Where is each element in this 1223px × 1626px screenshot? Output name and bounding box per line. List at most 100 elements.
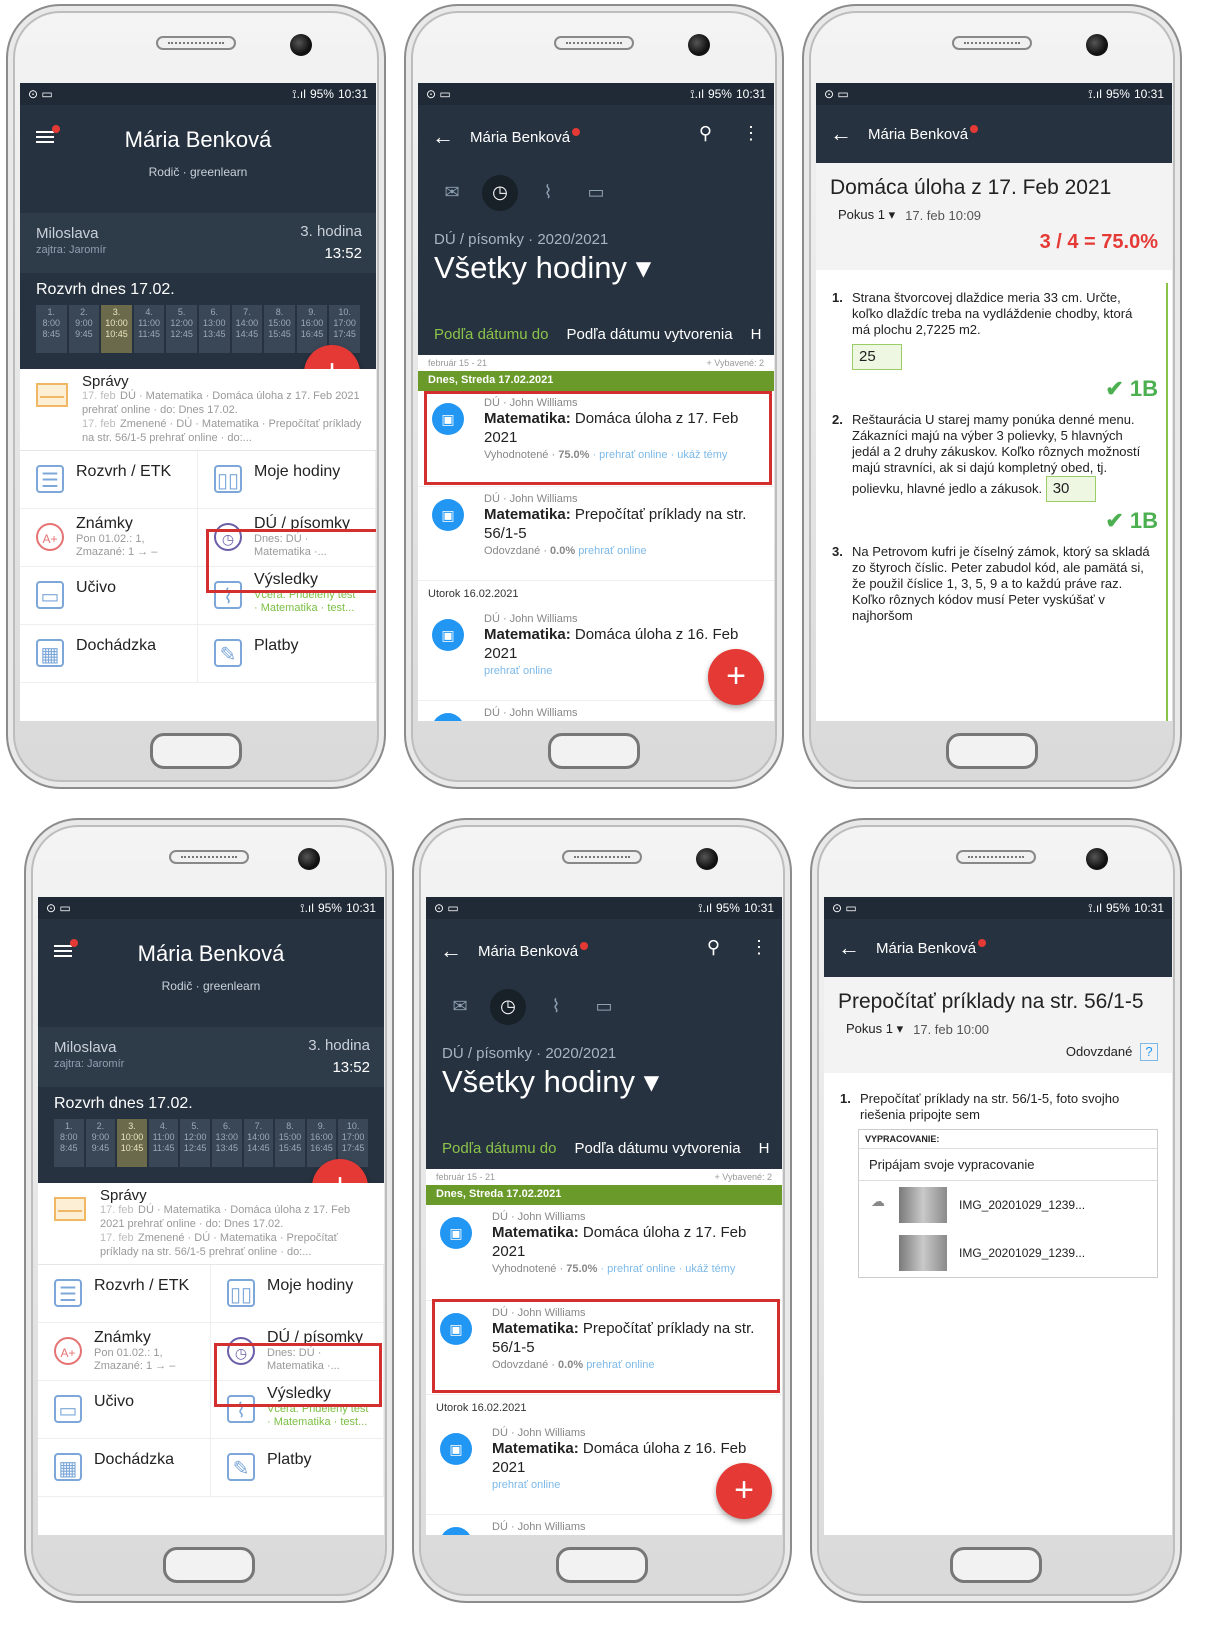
signal-icon: ⟟.ıl <box>300 900 314 915</box>
period-cell: 1. 8:00 8:45 <box>54 1119 84 1167</box>
homework-item[interactable]: ▣ DÚ · John Williams Matematika: Domáca … <box>426 1205 782 1301</box>
backpack-icon: ▣ <box>440 1217 472 1249</box>
tile-dochadzka[interactable]: ▦ Dochádzka <box>20 625 198 683</box>
tab-by-due-date[interactable]: Podľa dátumu do <box>434 326 548 343</box>
add-fab-button[interactable]: + <box>716 1463 772 1519</box>
tab-by-created-date[interactable]: Podľa dátumu vytvorenia <box>574 1140 740 1157</box>
attempt-dropdown[interactable]: Pokus 1 ▾ <box>838 207 895 223</box>
chart-icon[interactable]: ⌇ <box>538 989 574 1025</box>
tab-by-created-date[interactable]: Podľa dátumu vytvorenia <box>566 326 732 343</box>
tile-vysledky[interactable]: ⌇ Výsledky Včera: Pridelený test · Matemati… <box>198 567 376 625</box>
search-icon[interactable]: ⚲ <box>699 123 712 144</box>
tab-more[interactable]: H <box>751 326 762 343</box>
lesson-filter-dropdown[interactable]: Všetky hodiny ▾ <box>442 1064 766 1100</box>
play-online-link[interactable]: prehrať online <box>492 1479 560 1491</box>
attempt-dropdown[interactable]: Pokus 1 ▾ <box>846 1021 903 1037</box>
homework-links[interactable]: · prehrať online · ukáž témy <box>589 449 727 461</box>
tile-moje-hodiny[interactable]: ▯▯ Moje hodiny <box>198 451 376 509</box>
more-icon[interactable]: ⋮ <box>750 937 768 958</box>
status: Odovzdané · <box>492 1359 559 1371</box>
tile-dochadzka[interactable]: ▦ Dochádzka <box>38 1439 211 1497</box>
user-role: Rodič · greenlearn <box>161 979 261 993</box>
messages-tile[interactable]: Správy 17. feb DÚ · Matematika · Domáca ú… <box>20 369 376 451</box>
back-arrow-icon[interactable]: ← <box>830 121 852 147</box>
lesson-filter-dropdown[interactable]: Všetky hodiny ▾ <box>434 250 758 286</box>
homework-item[interactable]: ▣ DÚ · John Williams Matematika: Prepočí… <box>418 487 774 581</box>
tile-znamky[interactable]: A+ Známky Pon 01.02.: 1, Zmazané: 1 → – <box>20 509 198 567</box>
tab-by-due-date[interactable]: Podľa dátumu do <box>442 1140 556 1157</box>
tile-ucivo[interactable]: ▭ Učivo <box>20 567 198 625</box>
briefcase-icon[interactable]: ▭ <box>586 989 622 1025</box>
tile-rozvrh[interactable]: ☰ Rozvrh / ETK <box>20 451 198 509</box>
teacher: DÚ · John Williams <box>484 493 578 505</box>
clock-icon[interactable]: ◷ <box>490 989 526 1025</box>
homework-item[interactable]: ▣ DÚ · John Williams <box>426 1515 782 1535</box>
tile-sub: Matematika ·... <box>267 1360 340 1372</box>
attachment-file[interactable]: IMG_20201029_1239... <box>859 1229 1157 1277</box>
back-arrow-icon[interactable]: ← <box>838 935 860 961</box>
week-range[interactable]: február 15 - 21 <box>428 358 487 368</box>
tile-platby[interactable]: ✎ Platby <box>198 625 376 683</box>
messages-tile[interactable]: Správy 17. feb DÚ · Matematika · Domáca ú… <box>38 1183 384 1265</box>
period-number: 7. <box>243 307 251 317</box>
tile-ucivo[interactable]: ▭ Učivo <box>38 1381 211 1439</box>
period-time: 9:00 9:45 <box>91 1132 110 1153</box>
period-number: 2. <box>96 1121 105 1131</box>
tile-du-pisomky[interactable]: ◷ DÚ / písomky Dnes: DÚ · Matematika ·... <box>211 1323 384 1381</box>
speaker <box>554 36 634 50</box>
attachment-file[interactable]: ☁ IMG_20201029_1239... <box>859 1181 1157 1229</box>
answer-field[interactable]: 25 <box>852 344 902 370</box>
schedule-icon: ☰ <box>36 465 64 493</box>
period-time: 12:00 12:45 <box>170 318 193 339</box>
home-button[interactable] <box>150 733 242 769</box>
status-bar: ⊙ ▭ ⟟.ıl 95% 10:31 <box>816 83 1172 105</box>
briefcase-icon[interactable]: ▭ <box>578 175 614 211</box>
user-name: Mária Benková <box>137 941 285 966</box>
chart-icon[interactable]: ⌇ <box>530 175 566 211</box>
tile-label: Známky <box>76 515 133 532</box>
tile-du-pisomky[interactable]: ◷ DÚ / písomky Dnes: DÚ · Matematika ·... <box>198 509 376 567</box>
home-button[interactable] <box>946 733 1038 769</box>
back-arrow-icon[interactable]: ← <box>440 938 462 964</box>
tile-vysledky[interactable]: ⌇ Výsledky Včera: Pridelený test · Matemati… <box>211 1381 384 1439</box>
done-count[interactable]: + Vybavené: 2 <box>707 358 764 368</box>
tile-rozvrh[interactable]: ☰ Rozvrh / ETK <box>38 1265 211 1323</box>
add-fab-button[interactable]: + <box>708 649 764 705</box>
tile-znamky[interactable]: A+ Známky Pon 01.02.: 1, Zmazané: 1 → – <box>38 1323 211 1381</box>
play-online-link[interactable]: prehrať online <box>586 1359 654 1371</box>
clock-icon: ◷ <box>227 1337 255 1365</box>
done-count[interactable]: + Vybavené: 2 <box>715 1172 772 1182</box>
play-online-link[interactable]: prehrať online <box>484 665 552 677</box>
answer-field[interactable]: 30 <box>1045 476 1096 502</box>
home-button[interactable] <box>163 1547 255 1583</box>
mail-icon[interactable]: ✉ <box>434 175 470 211</box>
homework-item[interactable]: ▣ DÚ · John Williams <box>418 701 774 721</box>
clock-icon[interactable]: ◷ <box>482 175 518 211</box>
home-tiles: ☰ Rozvrh / ETK ▯▯ Moje hodiny A+ Známky Pon … <box>38 1265 384 1497</box>
homework-item[interactable]: ▣ DÚ · John Williams Matematika: Domáca … <box>418 391 774 487</box>
notification-icons: ⊙ ▭ <box>426 87 451 101</box>
home-button[interactable] <box>950 1547 1042 1583</box>
mail-icon[interactable]: ✉ <box>442 989 478 1025</box>
week-range[interactable]: február 15 - 21 <box>436 1172 495 1182</box>
home-button[interactable] <box>548 733 640 769</box>
envelope-icon <box>54 1197 86 1221</box>
homework-links[interactable]: · prehrať online · ukáž témy <box>597 1263 735 1275</box>
tab-more[interactable]: H <box>759 1140 770 1157</box>
help-icon[interactable]: ? <box>1140 1043 1158 1061</box>
home-header: Mária Benková Rodič · greenlearn <box>38 919 384 1027</box>
search-icon[interactable]: ⚲ <box>707 937 720 958</box>
more-icon[interactable]: ⋮ <box>742 123 760 144</box>
homework-detail-screen: ⊙ ▭ ⟟.ıl 95% 10:31 ← Mária Benková Domáca úl… <box>816 83 1172 721</box>
tile-moje-hodiny[interactable]: ▯▯ Moje hodiny <box>211 1265 384 1323</box>
status: Odovzdané · <box>484 545 551 557</box>
play-online-link[interactable]: prehrať online <box>578 545 646 557</box>
home-button[interactable] <box>556 1547 648 1583</box>
next-lesson-card[interactable]: Miloslava zajtra: Jaromír 3. hodina 13:5… <box>38 1027 384 1087</box>
homework-item[interactable]: ▣ DÚ · John Williams Matematika: Prepočí… <box>426 1301 782 1395</box>
payment-icon: ✎ <box>227 1453 255 1481</box>
book-icon: ▯▯ <box>227 1279 255 1307</box>
next-lesson-card[interactable]: Miloslava zajtra: Jaromír 3. hodina 13:5… <box>20 213 376 273</box>
back-arrow-icon[interactable]: ← <box>432 124 454 150</box>
tile-platby[interactable]: ✎ Platby <box>211 1439 384 1497</box>
